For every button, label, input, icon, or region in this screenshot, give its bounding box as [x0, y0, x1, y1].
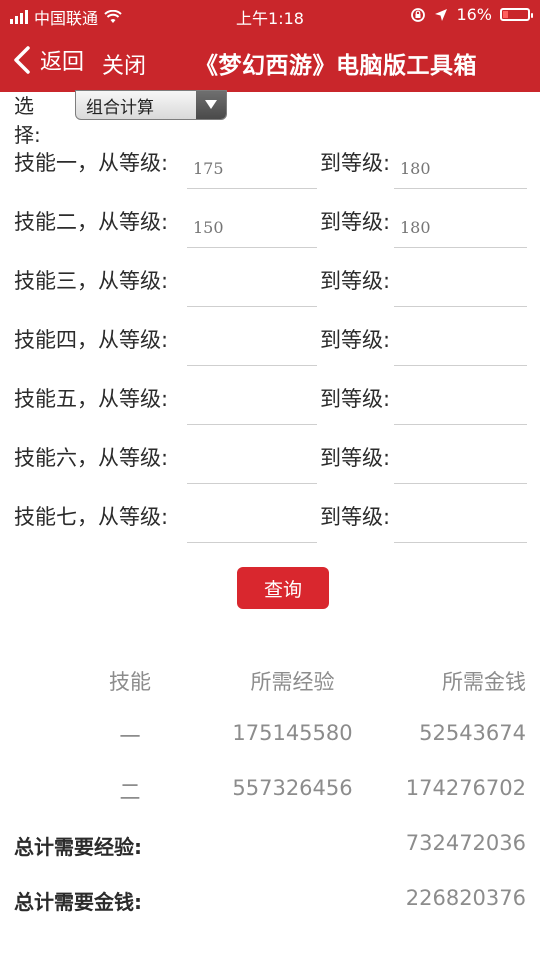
page-title: 《梦幻西游》电脑版工具箱 — [195, 53, 477, 79]
select-label: 选择: — [14, 94, 41, 147]
skill-6-to-label: 到等级: — [320, 446, 391, 470]
back-label: 返回 — [40, 50, 85, 75]
skill-1-from-input[interactable] — [187, 149, 317, 189]
rotation-lock-icon — [411, 7, 426, 22]
back-button[interactable]: 返回 — [12, 44, 84, 76]
skill-4-from-label: 技能四，从等级: — [14, 328, 169, 352]
results-header-money: 所需金钱 — [442, 670, 526, 694]
mode-select[interactable]: 组合计算 — [75, 90, 227, 120]
result-row-2-skill: 二 — [119, 780, 141, 804]
skill-5-to-input[interactable] — [394, 385, 527, 425]
skill-3-to-input[interactable] — [394, 267, 527, 307]
skill-6-from-input[interactable] — [187, 444, 317, 484]
chevron-down-icon — [196, 91, 226, 119]
skill-row-2: 技能二，从等级: 到等级: — [0, 206, 540, 265]
skill-4-to-input[interactable] — [394, 326, 527, 366]
skill-1-from-label: 技能一，从等级: — [14, 151, 169, 175]
skill-row-7: 技能七，从等级: 到等级: — [0, 501, 540, 560]
skill-3-from-input[interactable] — [187, 267, 317, 307]
skill-6-from-label: 技能六，从等级: — [14, 446, 169, 470]
skill-1-to-input[interactable] — [394, 149, 527, 189]
result-row-1-skill: 一 — [119, 725, 141, 749]
battery-icon — [500, 8, 533, 21]
skill-2-to-label: 到等级: — [320, 210, 391, 234]
result-row-2-money: 174276702 — [405, 776, 526, 800]
total-exp-value: 732472036 — [405, 831, 526, 855]
skill-3-from-label: 技能三，从等级: — [14, 269, 169, 293]
skill-7-to-label: 到等级: — [320, 505, 391, 529]
results-header-exp: 所需经验 — [250, 670, 335, 694]
nav-bar: 返回 关闭 《梦幻西游》电脑版工具箱 — [0, 30, 540, 92]
select-value: 组合计算 — [86, 98, 154, 118]
skill-5-from-input[interactable] — [187, 385, 317, 425]
skill-5-to-label: 到等级: — [320, 387, 391, 411]
status-right: 16% — [410, 5, 533, 24]
status-bar: 中国联通 上午1:18 16% — [0, 0, 540, 30]
result-row-2-exp: 557326456 — [232, 776, 353, 800]
skill-4-from-input[interactable] — [187, 326, 317, 366]
skill-1-to-label: 到等级: — [320, 151, 391, 175]
results-header-skill: 技能 — [109, 670, 151, 694]
skill-row-6: 技能六，从等级: 到等级: — [0, 442, 540, 501]
skill-3-to-label: 到等级: — [320, 269, 391, 293]
skill-7-from-input[interactable] — [187, 503, 317, 543]
skill-6-to-input[interactable] — [394, 444, 527, 484]
total-exp-label: 总计需要经验: — [14, 835, 142, 859]
battery-percent: 16% — [456, 5, 492, 24]
skill-5-from-label: 技能五，从等级: — [14, 387, 169, 411]
result-row-1-exp: 175145580 — [232, 721, 353, 745]
skill-7-to-input[interactable] — [394, 503, 527, 543]
skill-row-3: 技能三，从等级: 到等级: — [0, 265, 540, 324]
result-row-1-money: 52543674 — [419, 721, 526, 745]
skill-4-to-label: 到等级: — [320, 328, 391, 352]
skill-row-4: 技能四，从等级: 到等级: — [0, 324, 540, 383]
skill-2-from-label: 技能二，从等级: — [14, 210, 169, 234]
skill-row-1: 技能一，从等级: 到等级: — [0, 147, 540, 206]
chevron-left-icon — [14, 46, 30, 74]
total-money-label: 总计需要金钱: — [14, 890, 142, 914]
location-arrow-icon — [435, 8, 448, 21]
skill-2-to-input[interactable] — [394, 208, 527, 248]
close-button[interactable]: 关闭 — [102, 48, 146, 80]
query-button[interactable]: 查询 — [237, 567, 329, 609]
skill-7-from-label: 技能七，从等级: — [14, 505, 169, 529]
total-money-value: 226820376 — [405, 886, 526, 910]
skill-2-from-input[interactable] — [187, 208, 317, 248]
skill-row-5: 技能五，从等级: 到等级: — [0, 383, 540, 442]
